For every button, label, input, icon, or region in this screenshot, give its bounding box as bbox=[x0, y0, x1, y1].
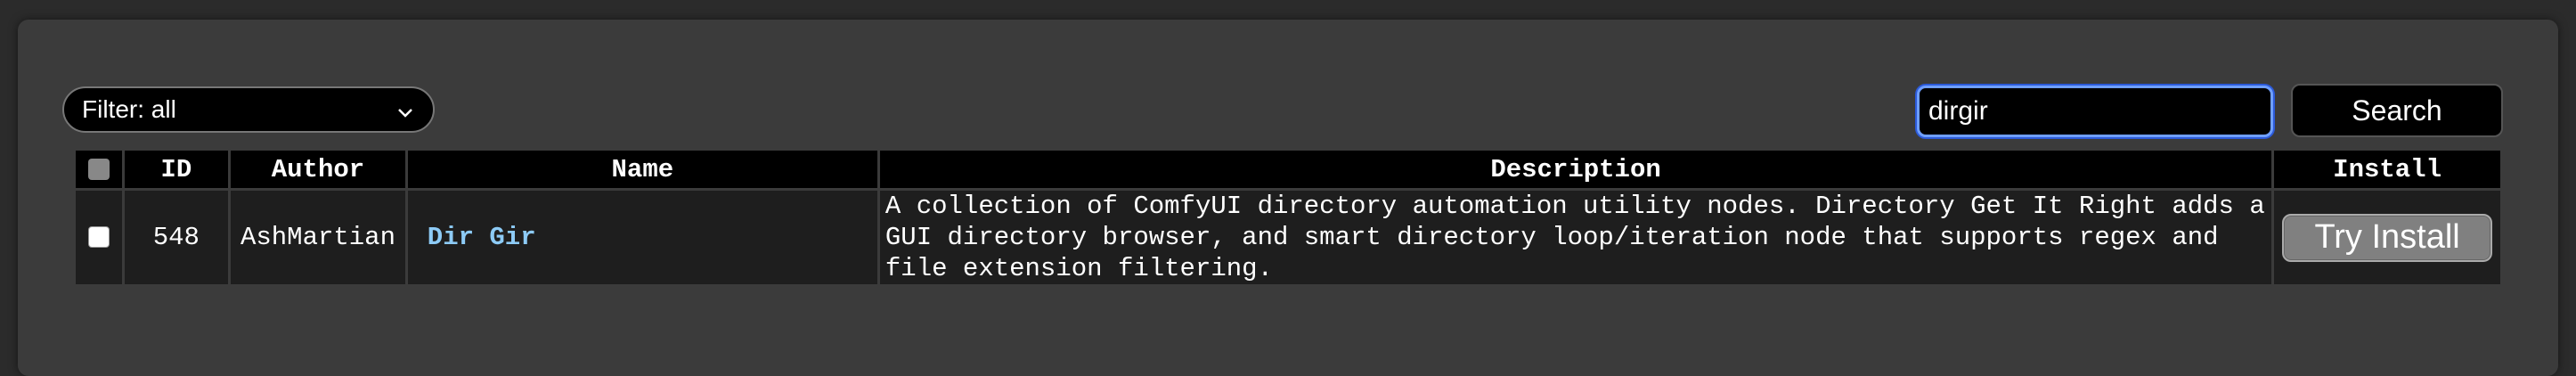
node-name-link[interactable]: Dir Gir bbox=[412, 223, 536, 252]
header-description: Description bbox=[876, 148, 2275, 191]
table-header-row: ID Author Name Description Install bbox=[73, 148, 2503, 191]
row-install-cell: Try Install bbox=[2271, 188, 2503, 287]
row-name-cell: Dir Gir bbox=[404, 188, 880, 287]
row-description-cell: A collection of ComfyUI directory automa… bbox=[876, 188, 2275, 287]
row-checkbox[interactable] bbox=[87, 226, 110, 249]
try-install-button[interactable]: Try Install bbox=[2282, 213, 2493, 262]
select-all-checkbox[interactable] bbox=[87, 158, 110, 180]
header-author: Author bbox=[228, 148, 408, 191]
search-input[interactable] bbox=[1917, 86, 2273, 137]
filter-dropdown[interactable]: Filter: all bbox=[62, 86, 435, 133]
row-select-cell[interactable] bbox=[73, 188, 125, 287]
table-row: 548 AshMartian Dir Gir A collection of C… bbox=[73, 188, 2503, 287]
filter-selected-value: Filter: all bbox=[82, 95, 176, 123]
row-id: 548 bbox=[121, 188, 232, 287]
row-author: AshMartian bbox=[228, 188, 408, 287]
header-select-all[interactable] bbox=[73, 148, 125, 191]
row-description: A collection of ComfyUI directory automa… bbox=[884, 192, 2265, 283]
node-list-table: ID Author Name Description Install 548 A… bbox=[73, 148, 2503, 287]
header-name: Name bbox=[404, 148, 880, 191]
chevron-down-icon bbox=[395, 100, 415, 119]
header-install: Install bbox=[2271, 148, 2503, 191]
header-id: ID bbox=[121, 148, 232, 191]
search-button[interactable]: Search bbox=[2291, 84, 2503, 137]
